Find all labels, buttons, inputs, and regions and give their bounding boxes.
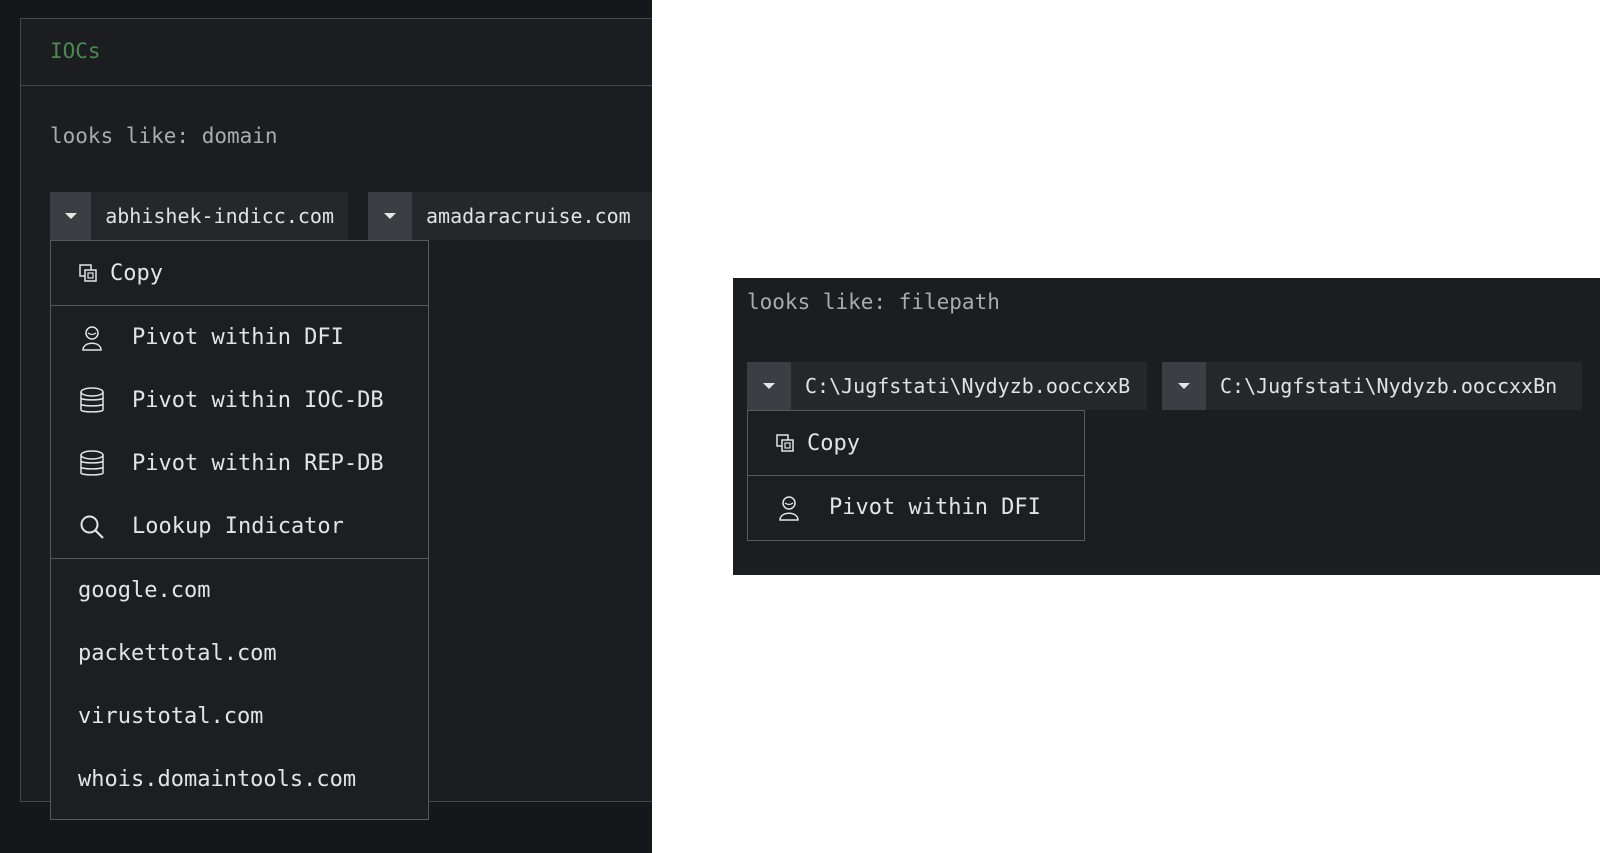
menu-section-copy: Copy xyxy=(51,241,428,306)
dropdown-toggle-button[interactable] xyxy=(50,192,92,240)
ioc-value: C:\Jugfstati\Nydyzb.ooccxxBn xyxy=(1220,374,1558,398)
menu-section-actions: Pivot within DFI xyxy=(748,476,1084,539)
menu-item-label: Pivot within REP-DB xyxy=(132,451,384,476)
right-panel: looks like: filepath C:\Jugfstati\Nydyzb… xyxy=(733,278,1600,575)
copy-menu-item[interactable]: Copy xyxy=(51,241,428,305)
ioc-value: abhishek-indicc.com xyxy=(105,204,334,228)
user-icon xyxy=(78,324,106,352)
link-packettotal[interactable]: packettotal.com xyxy=(51,622,428,685)
lookup-indicator-menu-item[interactable]: Lookup Indicator xyxy=(51,495,428,558)
link-whois-domaintools[interactable]: whois.domaintools.com xyxy=(51,748,428,811)
ioc-context-menu: Copy Pivot within DFI Pivot within IOC-D… xyxy=(50,240,429,820)
dropdown-toggle-button[interactable] xyxy=(1162,362,1206,410)
ioc-chip[interactable]: abhishek-indicc.com xyxy=(50,192,348,240)
database-icon xyxy=(78,386,106,415)
ioc-chip[interactable]: C:\Jugfstati\Nydyzb.ooccxxB xyxy=(747,362,1147,410)
menu-item-label: Copy xyxy=(110,260,163,286)
type-label-filepath: looks like: filepath xyxy=(747,290,1000,314)
ioc-chip[interactable]: C:\Jugfstati\Nydyzb.ooccxxBn xyxy=(1162,362,1582,410)
menu-section-copy: Copy xyxy=(748,411,1084,476)
menu-item-label: Pivot within DFI xyxy=(829,495,1041,520)
card-title: IOCs xyxy=(50,39,101,63)
caret-down-icon xyxy=(763,383,775,389)
database-icon xyxy=(78,449,106,478)
search-icon xyxy=(78,513,106,541)
copy-icon xyxy=(78,259,98,287)
menu-item-label: Lookup Indicator xyxy=(132,514,344,539)
user-icon xyxy=(775,494,803,522)
pivot-rep-db-menu-item[interactable]: Pivot within REP-DB xyxy=(51,432,428,495)
caret-down-icon xyxy=(384,213,396,219)
link-google[interactable]: google.com xyxy=(51,559,428,622)
pivot-dfi-menu-item[interactable]: Pivot within DFI xyxy=(748,476,1084,539)
menu-section-actions: Pivot within DFI Pivot within IOC-DB Piv… xyxy=(51,306,428,559)
ioc-context-menu: Copy Pivot within DFI xyxy=(747,410,1085,541)
card-header: IOCs xyxy=(21,19,652,86)
left-panel: IOCs looks like: domain abhishek-indicc.… xyxy=(0,0,652,853)
menu-section-links: google.com packettotal.com virustotal.co… xyxy=(51,559,428,811)
menu-item-label: Copy xyxy=(807,430,860,456)
menu-item-label: Pivot within IOC-DB xyxy=(132,388,384,413)
copy-icon xyxy=(775,429,795,457)
pivot-ioc-db-menu-item[interactable]: Pivot within IOC-DB xyxy=(51,369,428,432)
dropdown-toggle-button[interactable] xyxy=(747,362,791,410)
link-virustotal[interactable]: virustotal.com xyxy=(51,685,428,748)
dropdown-toggle-button[interactable] xyxy=(368,192,412,240)
caret-down-icon xyxy=(1178,383,1190,389)
pivot-dfi-menu-item[interactable]: Pivot within DFI xyxy=(51,306,428,369)
ioc-value: amadaracruise.com xyxy=(426,204,631,228)
ioc-value: C:\Jugfstati\Nydyzb.ooccxxB xyxy=(805,374,1131,398)
ioc-chip[interactable]: amadaracruise.com xyxy=(368,192,652,240)
menu-item-label: Pivot within DFI xyxy=(132,325,344,350)
type-label-domain: looks like: domain xyxy=(50,124,278,148)
copy-menu-item[interactable]: Copy xyxy=(748,411,1084,475)
caret-down-icon xyxy=(64,213,77,219)
